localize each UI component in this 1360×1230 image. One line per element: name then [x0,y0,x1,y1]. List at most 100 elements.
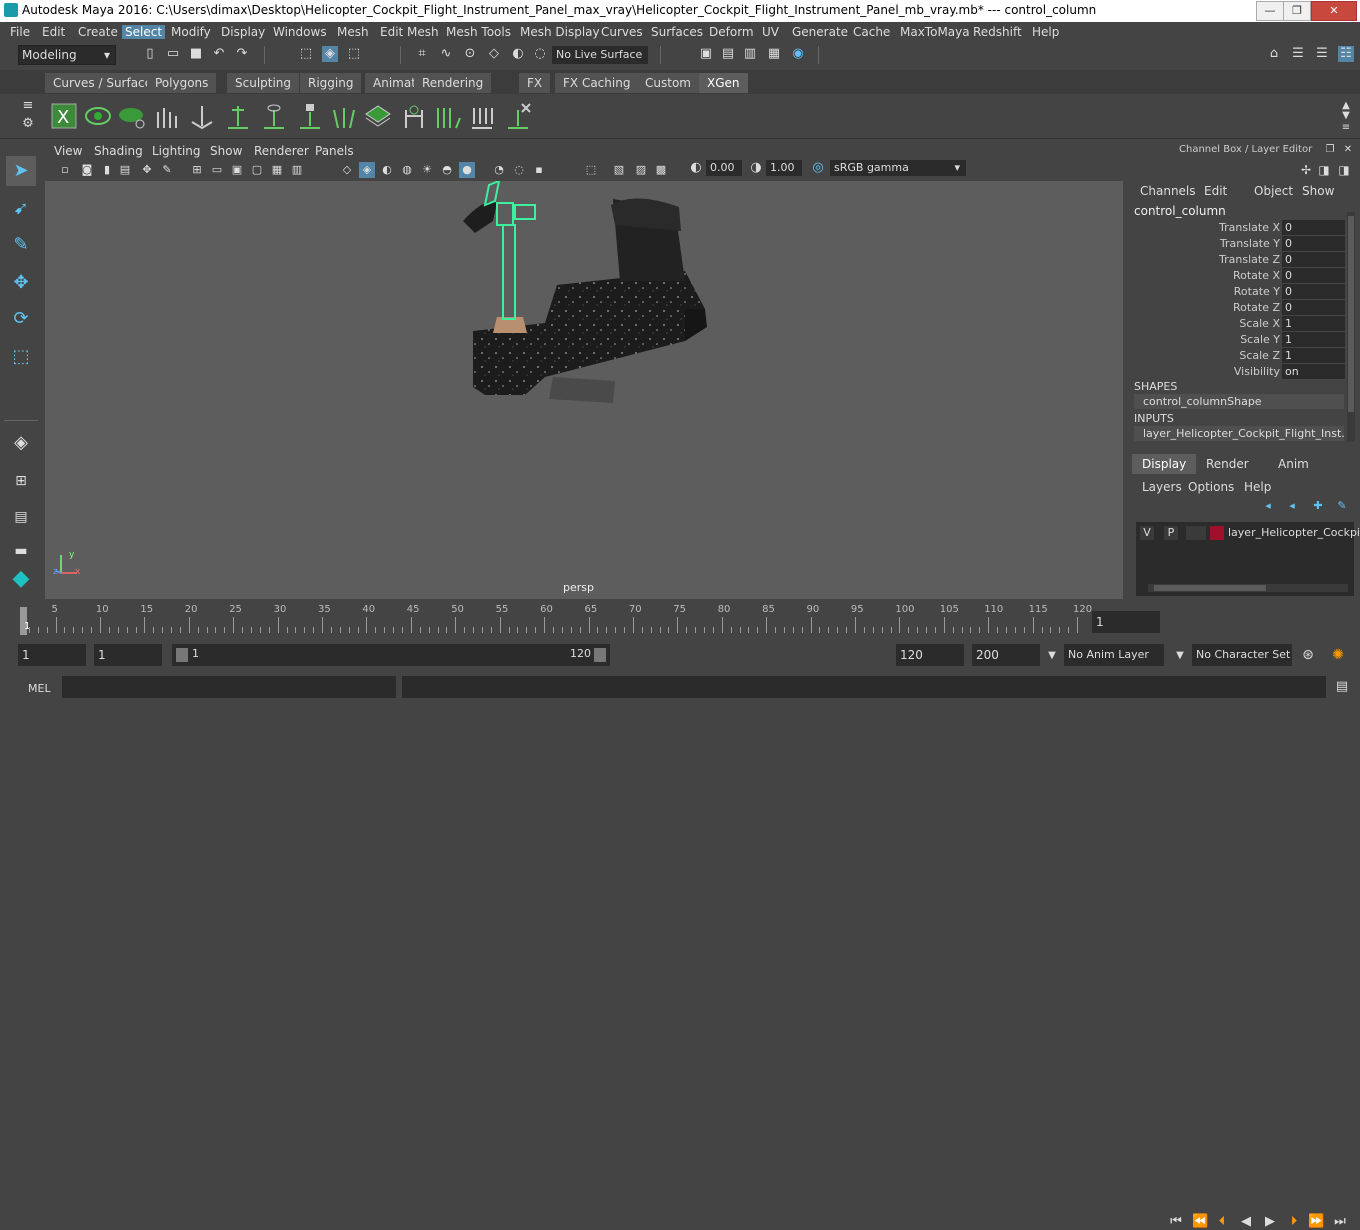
render-view-icon[interactable]: ▣ [698,46,714,62]
paint-select-tool-icon[interactable]: ✎ [6,230,36,260]
layer-list-scrollbar[interactable] [1148,584,1348,592]
chevron-down-icon[interactable]: ▼ [1172,648,1188,664]
depth-of-field-icon[interactable]: ▪ [531,162,547,178]
menu-help[interactable]: Help [1032,25,1059,39]
command-input[interactable] [62,676,396,698]
shelf-tab-custom[interactable]: Custom [637,73,699,93]
isolate-select-icon[interactable]: ⬚ [583,162,599,178]
xgen-editor-icon[interactable]: X [50,102,78,130]
channel-menu-channels[interactable]: Channels [1140,184,1196,198]
select-component-icon[interactable]: ⬚ [346,46,362,62]
textured-icon[interactable]: ◍ [399,162,415,178]
axis-gizmo-icon[interactable]: ✢ [1298,162,1314,178]
add-guide-icon[interactable] [152,102,180,130]
attr-value-rotate-z[interactable]: 0 [1282,300,1345,315]
shape-row[interactable]: control_columnShape [1134,394,1344,409]
anti-aliasing-icon[interactable]: ◌ [511,162,527,178]
close-panel-icon[interactable]: ✕ [1340,142,1356,158]
xgen-preview-eye-icon[interactable] [84,102,112,130]
attribute-editor-icon[interactable]: ☰ [1314,46,1330,62]
camera-attributes-icon[interactable]: ◙ [79,162,95,178]
menu-display[interactable]: Display [221,25,265,39]
current-frame-field[interactable]: 1 [1092,611,1160,633]
play-backwards-icon[interactable]: ◀ [1238,1214,1254,1230]
time-slider[interactable]: 1 1 ⏮ ⏪ ⏴ ◀ ▶ ⏵ ⏩ ⏭ 5 10 15 20 25 30 35 40 45 50 5… [0,603,1360,1229]
select-tool-icon[interactable]: ➤ [6,156,36,186]
menu-deform[interactable]: Deform [709,25,754,39]
lasso-tool-icon[interactable]: ➹ [6,194,36,224]
new-layer-icon[interactable]: ✚ [1310,498,1326,514]
xray-joints-icon[interactable]: ▨ [633,162,649,178]
guide-flatten-icon[interactable] [468,102,496,130]
render-settings-icon[interactable]: ▦ [766,46,782,62]
shelf-tab-fx[interactable]: FX [519,73,551,93]
wireframe-icon[interactable]: ◇ [339,162,355,178]
minimize-button[interactable]: — [1256,1,1284,21]
snap-surface-icon[interactable]: ◐ [510,46,526,62]
go-to-start-icon[interactable]: ⏮ [1168,1214,1184,1230]
select-hierarchy-icon[interactable]: ⬚ [298,46,314,62]
viewport-menu-view[interactable]: View [54,144,82,158]
menu-curves[interactable]: Curves [601,25,643,39]
shelf-menu-icon[interactable]: ≡ [20,98,36,114]
layer-tab-display[interactable]: Display [1132,454,1197,474]
mode-selector[interactable]: Modeling ▾ [18,45,116,65]
new-layer-selected-icon[interactable]: ✎ [1334,498,1350,514]
shelf-tab-fx-caching[interactable]: FX Caching [555,73,639,93]
bookmark-icon[interactable]: ▮ [99,162,115,178]
insert-guide-icon[interactable] [224,102,252,130]
mel-label[interactable]: MEL [28,682,51,695]
delete-guide-icon[interactable] [504,102,532,130]
layer-tab-anim[interactable]: Anim [1268,454,1319,474]
exposure-icon[interactable]: ◐ [688,160,704,176]
layout-toggle-icon[interactable]: ▬ [6,536,36,566]
attr-value-translate-z[interactable]: 0 [1282,252,1345,267]
guide-fan-icon[interactable] [330,102,358,130]
gear-icon[interactable]: ⚙ [20,116,36,132]
2d-pan-icon[interactable]: ✥ [139,162,155,178]
ambient-occlusion-icon[interactable]: ● [459,162,475,178]
smooth-shade-icon[interactable]: ◈ [359,162,375,178]
attr-value-translate-y[interactable]: 0 [1282,236,1345,251]
guide-visibility-icon[interactable] [260,102,288,130]
range-slider[interactable]: 1 120 [172,644,610,666]
snap-curve-icon[interactable]: ∿ [438,46,454,62]
play-forwards-icon[interactable]: ▶ [1262,1214,1278,1230]
menu-select[interactable]: Select [122,25,166,39]
hypershade-icon[interactable]: ◉ [790,46,806,62]
step-forward-key-icon[interactable]: ⏵ [1286,1214,1302,1230]
attr-value-scale-z[interactable]: 1 [1282,348,1345,363]
toggle-layout-icon[interactable]: ◨ [1316,162,1332,178]
menu-generate[interactable]: Generate [792,25,848,39]
menu-redshift[interactable]: Redshift [973,25,1022,39]
channel-menu-edit[interactable]: Edit [1204,184,1227,198]
live-surface-field[interactable]: No Live Surface [552,46,648,64]
float-panel-icon[interactable]: ❐ [1322,142,1338,158]
script-editor-icon[interactable]: ▤ [1334,679,1350,695]
channel-box-icon[interactable]: ☷ [1338,46,1354,62]
layer-menu-options[interactable]: Options [1188,480,1234,494]
rotate-tool-icon[interactable]: ⟳ [6,304,36,334]
film-gate-icon[interactable]: ▭ [209,162,225,178]
chevron-down-icon[interactable]: ▼ [1044,648,1060,664]
open-scene-icon[interactable]: ▭ [165,46,181,62]
xgen-clear-preview-icon[interactable] [118,102,146,130]
layer-color-swatch[interactable] [1210,526,1224,540]
field-chart-icon[interactable]: ▦ [269,162,285,178]
use-lights-icon[interactable]: ☀ [419,162,435,178]
playback-start-field[interactable]: 1 [94,644,162,666]
guide-sculpt-icon[interactable] [400,102,428,130]
attr-value-rotate-y[interactable]: 0 [1282,284,1345,299]
select-object-icon[interactable]: ◈ [322,46,338,62]
menu-mesh[interactable]: Mesh [337,25,369,39]
move-guide-icon[interactable] [188,102,216,130]
move-layer-down-icon[interactable]: ◂ [1284,498,1300,514]
step-forward-frame-icon[interactable]: ⏩ [1308,1214,1324,1230]
modeling-toolkit-icon[interactable]: ☰ [1290,46,1306,62]
shelf-tab-xgen[interactable]: XGen [699,73,748,93]
grease-pencil-icon[interactable]: ✎ [159,162,175,178]
outliner-layout-icon[interactable]: ▤ [6,502,36,532]
snap-point-icon[interactable]: ⊙ [462,46,478,62]
attr-value-rotate-x[interactable]: 0 [1282,268,1345,283]
menu-cache[interactable]: Cache [853,25,890,39]
